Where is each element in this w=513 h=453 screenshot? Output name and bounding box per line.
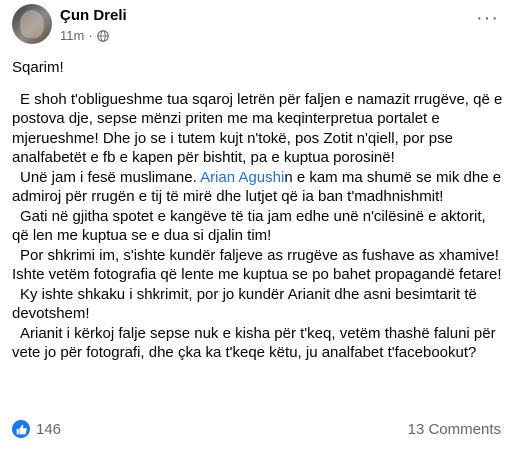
post-meta: 11m · — [60, 28, 109, 43]
post-greeting: Sqarim! — [12, 59, 64, 76]
post-paragraph-2: Unë jam i fesë muslimane. Arian Agushin … — [12, 168, 504, 207]
post-paragraph-3: Gati në gjitha spotet e kangëve të tia j… — [12, 207, 486, 245]
author-name[interactable]: Çun Dreli — [60, 7, 127, 24]
post-body: Sqarim! E shoh t'obligueshme tua sqaroj … — [12, 58, 504, 363]
reactions-summary[interactable]: 146 — [12, 420, 61, 438]
mention-link[interactable]: Arian Agushi — [200, 169, 284, 186]
like-reaction-icon — [12, 420, 30, 438]
paragraph-2-start: Unë jam i fesë muslimane. — [20, 168, 201, 186]
globe-icon[interactable] — [96, 29, 109, 42]
comments-count-link[interactable]: 13 Comments — [408, 421, 501, 438]
facebook-post: Çun Dreli 11m · ··· Sqarim! E shoh t'obl… — [0, 0, 513, 453]
thumbs-up-icon — [16, 424, 27, 434]
meta-separator: · — [88, 28, 93, 43]
post-footer: 146 13 Comments — [12, 418, 501, 440]
post-paragraph-1: E shoh t'obligueshme tua sqaroj letrën p… — [12, 90, 503, 167]
reactions-count: 146 — [36, 420, 62, 438]
post-paragraph-4: Por shkrimi im, s'ishte kundër faljeve a… — [12, 246, 502, 284]
more-options-button[interactable]: ··· — [476, 8, 499, 28]
post-time[interactable]: 11m — [60, 28, 84, 43]
post-paragraph-5: Ky ishte shkaku i shkrimit, por jo kundë… — [12, 285, 477, 323]
author-avatar[interactable] — [12, 4, 52, 44]
post-paragraph-6: Arianit i kërkoj falje sepse nuk e kisha… — [12, 324, 496, 362]
